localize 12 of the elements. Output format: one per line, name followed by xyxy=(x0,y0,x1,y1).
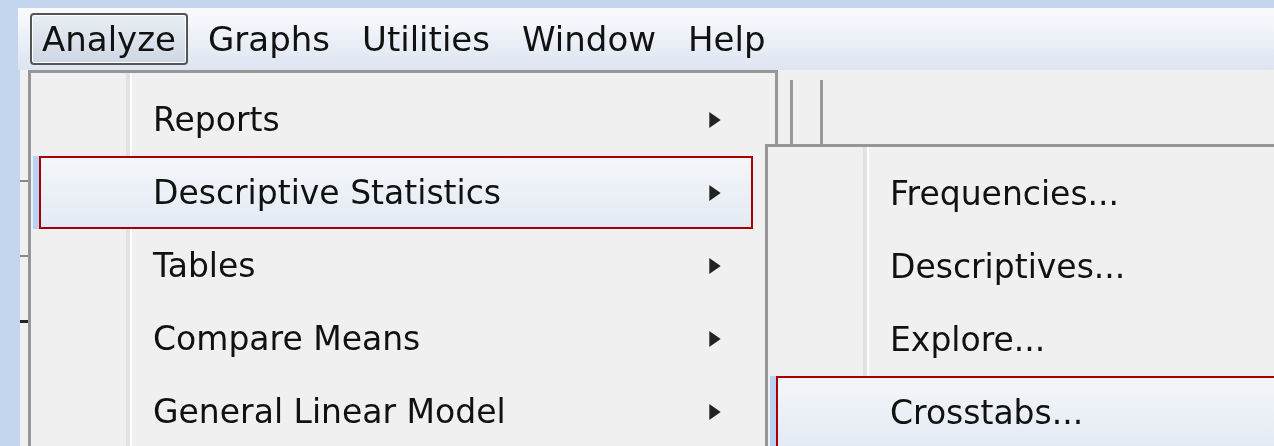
menu-bar-item[interactable]: Graphs xyxy=(196,13,342,65)
menu-bar-item[interactable]: Analyze xyxy=(30,13,188,65)
menu-bar-item[interactable]: Help xyxy=(676,13,778,65)
menu-item[interactable]: Explore... xyxy=(776,303,1274,376)
menu-item[interactable]: Descriptives... xyxy=(776,230,1274,303)
menu-item[interactable]: General Linear Model xyxy=(39,375,753,446)
menu-item[interactable]: Frequencies... xyxy=(776,157,1274,230)
menu-item[interactable]: Reports xyxy=(39,83,753,156)
menu-bar-item[interactable]: Window xyxy=(509,13,669,65)
menu-bar-item[interactable]: Utilities xyxy=(350,13,502,65)
menu-item[interactable]: Tables xyxy=(39,229,753,302)
menu-item[interactable]: Compare Means xyxy=(39,302,753,375)
